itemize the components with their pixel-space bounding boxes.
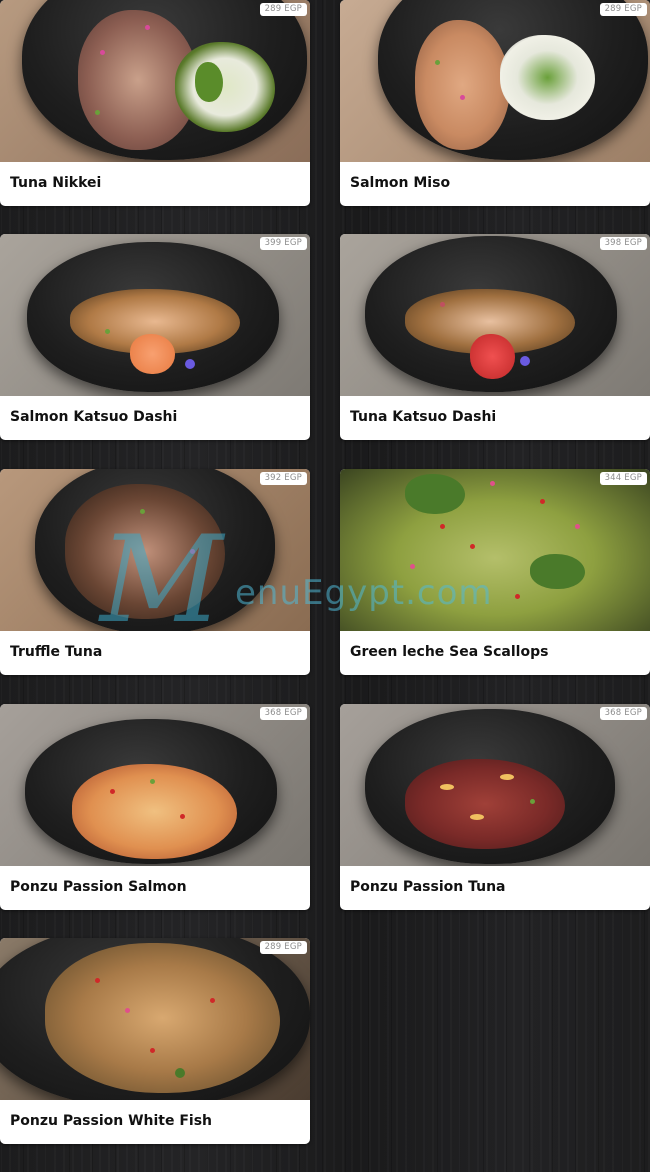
dish-photo (0, 704, 310, 866)
price-badge: 392 EGP (259, 472, 307, 485)
menu-item-card[interactable]: 368 EGP Ponzu Passion Tuna (340, 704, 650, 910)
price-badge: 399 EGP (259, 237, 307, 250)
dish-name: Ponzu Passion Tuna (350, 879, 506, 895)
dish-photo (340, 234, 650, 396)
menu-item-card[interactable]: 398 EGP Tuna Katsuo Dashi (340, 234, 650, 440)
dish-name: Salmon Miso (350, 175, 451, 191)
dish-name: Ponzu Passion White Fish (10, 1113, 213, 1129)
menu-item-card[interactable]: 289 EGP Salmon Miso (340, 0, 650, 206)
menu-item-card[interactable]: 392 EGP Truffle Tuna (0, 469, 310, 675)
dish-name: Tuna Nikkei (10, 175, 102, 191)
dish-photo (0, 938, 310, 1100)
price-badge: 289 EGP (259, 941, 307, 954)
menu-item-card[interactable]: 289 EGP Ponzu Passion White Fish (0, 938, 310, 1144)
price-badge: 368 EGP (259, 707, 307, 720)
dish-photo (0, 0, 310, 162)
menu-item-card[interactable]: 368 EGP Ponzu Passion Salmon (0, 704, 310, 910)
price-badge: 344 EGP (599, 472, 647, 485)
menu-item-card[interactable]: 289 EGP Tuna Nikkei (0, 0, 310, 206)
menu-item-card[interactable]: 399 EGP Salmon Katsuo Dashi (0, 234, 310, 440)
price-badge: 398 EGP (599, 237, 647, 250)
price-badge: 289 EGP (599, 3, 647, 16)
price-badge: 368 EGP (599, 707, 647, 720)
dish-name: Ponzu Passion Salmon (10, 879, 187, 895)
dish-photo (340, 469, 650, 631)
dish-photo (340, 704, 650, 866)
dish-name: Tuna Katsuo Dashi (350, 409, 497, 425)
price-badge: 289 EGP (259, 3, 307, 16)
dish-name: Salmon Katsuo Dashi (10, 409, 178, 425)
dish-name: Truffle Tuna (10, 644, 103, 660)
dish-photo (340, 0, 650, 162)
dish-photo (0, 469, 310, 631)
menu-item-card[interactable]: 344 EGP Green leche Sea Scallops (340, 469, 650, 675)
dish-name: Green leche Sea Scallops (350, 644, 549, 660)
dish-photo (0, 234, 310, 396)
